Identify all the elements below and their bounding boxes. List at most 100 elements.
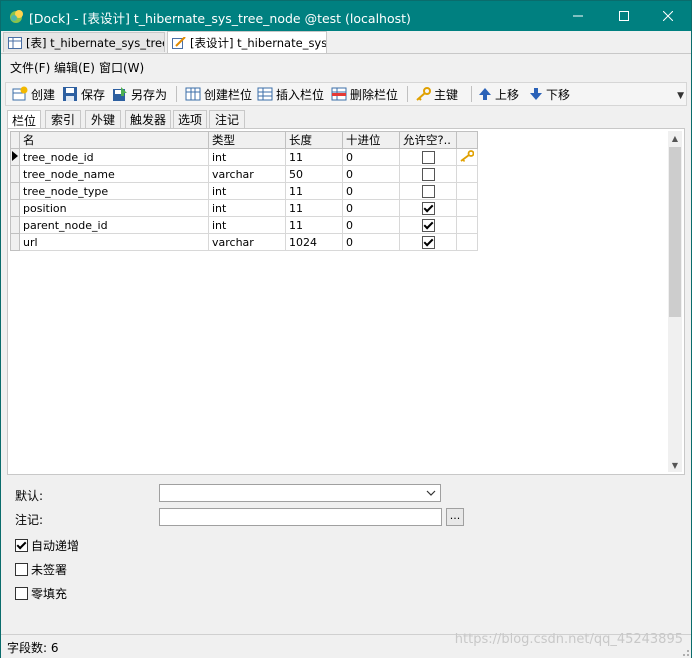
table-row[interactable]: tree_node_id int 11 0: [10, 148, 478, 166]
allow-null-checkbox[interactable]: [421, 184, 435, 198]
scrollbar-thumb[interactable]: [669, 147, 681, 317]
cell-length[interactable]: 11: [285, 216, 343, 234]
cell-type[interactable]: int: [208, 182, 286, 200]
tab-table-data[interactable]: [表] t_hibernate_sys_tree...: [3, 32, 165, 52]
cell-name[interactable]: url: [19, 233, 209, 251]
cell-decimals[interactable]: 0: [342, 216, 400, 234]
cell-name[interactable]: tree_node_name: [19, 165, 209, 183]
auto-increment-check[interactable]: [15, 539, 28, 552]
cell-allow-null[interactable]: [399, 233, 457, 251]
row-header[interactable]: [10, 148, 20, 166]
comment-input[interactable]: [159, 508, 442, 526]
cell-type[interactable]: varchar: [208, 165, 286, 183]
table-row[interactable]: parent_node_id int 11 0: [10, 216, 478, 234]
cell-decimals[interactable]: 0: [342, 182, 400, 200]
resize-grip-icon[interactable]: [680, 647, 690, 657]
vertical-scrollbar[interactable]: ▲ ▼: [668, 131, 682, 472]
cell-allow-null[interactable]: [399, 165, 457, 183]
move-down-button[interactable]: 下移: [529, 85, 570, 103]
cell-type[interactable]: int: [208, 199, 286, 217]
scroll-up-icon[interactable]: ▲: [668, 131, 682, 145]
cell-length[interactable]: 50: [285, 165, 343, 183]
cell-name[interactable]: position: [19, 199, 209, 217]
table-row[interactable]: tree_node_type int 11 0: [10, 182, 478, 200]
insert-field-button[interactable]: 插入栏位: [257, 85, 324, 103]
cell-decimals[interactable]: 0: [342, 233, 400, 251]
cell-key[interactable]: [456, 148, 478, 166]
zerofill-checkbox[interactable]: 零填充: [15, 585, 67, 602]
cell-decimals[interactable]: 0: [342, 165, 400, 183]
column-header-allow-null[interactable]: 允许空?..: [399, 131, 457, 149]
cell-type[interactable]: varchar: [208, 233, 286, 251]
menu-edit[interactable]: 编辑(E): [54, 59, 95, 76]
tab-table-design[interactable]: [表设计] t_hibernate_sys...: [167, 31, 327, 53]
column-header-type[interactable]: 类型: [208, 131, 286, 149]
cell-allow-null[interactable]: [399, 148, 457, 166]
cell-key[interactable]: [456, 182, 478, 200]
row-header[interactable]: [10, 182, 20, 200]
close-button[interactable]: [645, 1, 691, 31]
cell-key[interactable]: [456, 199, 478, 217]
cell-name[interactable]: tree_node_type: [19, 182, 209, 200]
cell-allow-null[interactable]: [399, 199, 457, 217]
cell-type[interactable]: int: [208, 216, 286, 234]
tab-fields[interactable]: 栏位: [7, 110, 41, 129]
table-row[interactable]: tree_node_name varchar 50 0: [10, 165, 478, 183]
maximize-button[interactable]: [601, 1, 647, 31]
cell-allow-null[interactable]: [399, 216, 457, 234]
tab-foreign-keys[interactable]: 外键: [85, 110, 121, 128]
tab-comments[interactable]: 注记: [209, 110, 245, 128]
table-row[interactable]: url varchar 1024 0: [10, 233, 478, 251]
move-up-button[interactable]: 上移: [478, 85, 519, 103]
zerofill-check[interactable]: [15, 587, 28, 600]
row-header[interactable]: [10, 216, 20, 234]
cell-key[interactable]: [456, 233, 478, 251]
cell-length[interactable]: 11: [285, 199, 343, 217]
tab-triggers[interactable]: 触发器: [125, 110, 171, 128]
column-header-length[interactable]: 长度: [285, 131, 343, 149]
unsigned-checkbox[interactable]: 未签署: [15, 561, 67, 578]
cell-key[interactable]: [456, 165, 478, 183]
save-button[interactable]: 保存: [62, 85, 105, 103]
table-row[interactable]: position int 11 0: [10, 199, 478, 217]
column-header-decimals[interactable]: 十进位: [342, 131, 400, 149]
cell-name[interactable]: parent_node_id: [19, 216, 209, 234]
allow-null-checkbox[interactable]: [421, 167, 435, 181]
allow-null-checkbox[interactable]: [421, 150, 435, 164]
toolbar-overflow-icon[interactable]: ▼: [677, 91, 684, 101]
default-combo[interactable]: [159, 484, 441, 502]
menu-file[interactable]: 文件(F): [10, 59, 50, 76]
row-header[interactable]: [10, 165, 20, 183]
column-header-name[interactable]: 名: [19, 131, 209, 149]
key-icon: [416, 87, 431, 101]
save-as-button[interactable]: 另存为: [112, 85, 167, 103]
cell-length[interactable]: 11: [285, 148, 343, 166]
title-bar[interactable]: [Dock] - [表设计] t_hibernate_sys_tree_node…: [1, 1, 691, 31]
primary-key-button[interactable]: 主键: [415, 85, 458, 103]
tab-options[interactable]: 选项: [173, 110, 207, 128]
comment-ellipsis-button[interactable]: ...: [446, 508, 464, 526]
add-field-button[interactable]: 创建栏位: [185, 85, 252, 103]
cell-key[interactable]: [456, 216, 478, 234]
cell-allow-null[interactable]: [399, 182, 457, 200]
cell-name[interactable]: tree_node_id: [19, 148, 209, 166]
auto-increment-checkbox[interactable]: 自动递增: [15, 537, 79, 554]
cell-length[interactable]: 1024: [285, 233, 343, 251]
cell-decimals[interactable]: 0: [342, 148, 400, 166]
allow-null-checkbox[interactable]: [421, 218, 435, 232]
menu-window[interactable]: 窗口(W): [99, 59, 144, 76]
allow-null-checkbox[interactable]: [421, 235, 435, 249]
cell-decimals[interactable]: 0: [342, 199, 400, 217]
unsigned-check[interactable]: [15, 563, 28, 576]
tab-indexes[interactable]: 索引: [45, 110, 81, 128]
cell-length[interactable]: 11: [285, 182, 343, 200]
allow-null-checkbox[interactable]: [421, 201, 435, 215]
scroll-down-icon[interactable]: ▼: [668, 458, 682, 472]
delete-field-button[interactable]: 删除栏位: [331, 85, 398, 103]
cell-type[interactable]: int: [208, 148, 286, 166]
minimize-button[interactable]: [555, 1, 601, 31]
row-header[interactable]: [10, 199, 20, 217]
create-button[interactable]: 创建: [12, 85, 55, 103]
toolbar: 创建 保存 另存为 创建栏位 插入栏位 删除栏位 主键 上移 下移 ▼: [5, 82, 687, 106]
row-header[interactable]: [10, 233, 20, 251]
